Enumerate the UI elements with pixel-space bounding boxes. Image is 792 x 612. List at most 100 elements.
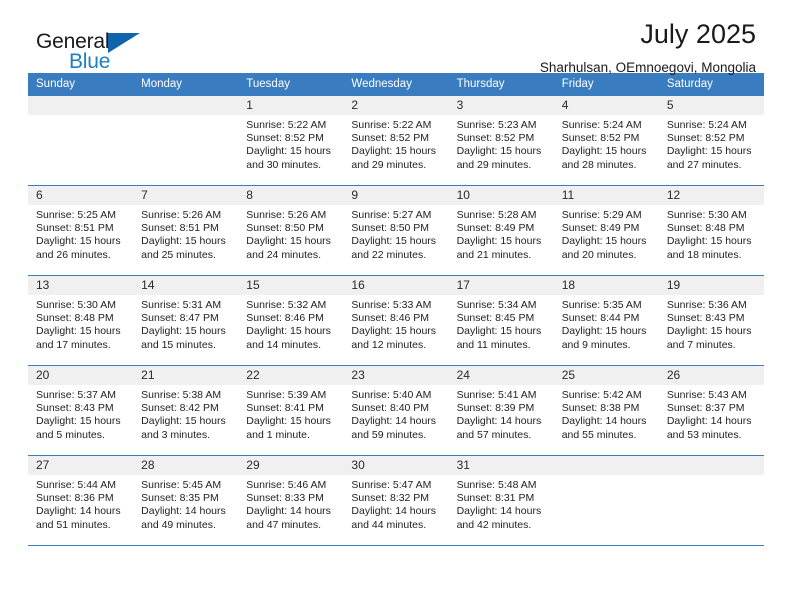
calendar-day-cell[interactable]: 3 Sunrise: 5:23 AM Sunset: 8:52 PM Daylight… (448, 95, 554, 186)
daylight-text-line1: Daylight: 15 hours (141, 325, 226, 338)
daylight-text-line2: and 53 minutes. (666, 428, 742, 441)
calendar-day-cell[interactable]: 28 Sunrise: 5:45 AM Sunset: 8:35 PM Dayligh… (133, 455, 239, 546)
calendar-day-cell[interactable]: 16 Sunrise: 5:33 AM Sunset: 8:46 PM Dayligh… (343, 275, 449, 366)
sunrise-text: Sunrise: 5:23 AM (456, 119, 537, 131)
daylight-text-line1: Daylight: 14 hours (456, 505, 542, 518)
calendar-day-cell-empty (133, 95, 239, 186)
sunrise-text: Sunrise: 5:32 AM (246, 299, 327, 311)
daylight-text-line2: and 42 minutes. (456, 518, 532, 531)
day-number: 25 (553, 366, 659, 385)
day-details: Sunrise: 5:22 AM Sunset: 8:52 PM Daylight:… (238, 115, 343, 172)
calendar-day-cell[interactable]: 7 Sunrise: 5:26 AM Sunset: 8:51 PM Daylight… (133, 185, 239, 276)
daylight-text-line1: Daylight: 14 hours (246, 505, 331, 518)
calendar-day-cell[interactable]: 24 Sunrise: 5:41 AM Sunset: 8:39 PM Dayligh… (448, 365, 554, 456)
sunrise-text: Sunrise: 5:29 AM (561, 209, 642, 221)
daylight-text-line1: Daylight: 15 hours (561, 325, 647, 338)
day-number (133, 96, 239, 115)
calendar-day-cell[interactable]: 25 Sunrise: 5:42 AM Sunset: 8:38 PM Dayligh… (553, 365, 659, 456)
sunrise-text: Sunrise: 5:24 AM (561, 119, 642, 131)
day-details: Sunrise: 5:33 AM Sunset: 8:46 PM Daylight:… (343, 295, 448, 352)
day-details: Sunrise: 5:30 AM Sunset: 8:48 PM Daylight:… (659, 205, 764, 262)
calendar-day-cell[interactable]: 12 Sunrise: 5:30 AM Sunset: 8:48 PM Dayligh… (658, 185, 764, 276)
calendar-day-cell[interactable]: 27 Sunrise: 5:44 AM Sunset: 8:36 PM Dayligh… (28, 455, 134, 546)
calendar-day-cell[interactable]: 14 Sunrise: 5:31 AM Sunset: 8:47 PM Dayligh… (133, 275, 239, 366)
calendar-day-cell[interactable]: 10 Sunrise: 5:28 AM Sunset: 8:49 PM Dayligh… (448, 185, 554, 276)
day-number: 3 (448, 96, 554, 115)
day-details: Sunrise: 5:37 AM Sunset: 8:43 PM Daylight:… (28, 385, 133, 442)
sunrise-text: Sunrise: 5:47 AM (351, 479, 432, 491)
day-number: 27 (28, 456, 134, 475)
daylight-text-line1: Daylight: 14 hours (141, 505, 226, 518)
sunset-text: Sunset: 8:45 PM (456, 312, 535, 325)
sunset-text: Sunset: 8:43 PM (36, 402, 114, 415)
day-details: Sunrise: 5:41 AM Sunset: 8:39 PM Daylight:… (449, 385, 554, 442)
calendar-day-cell[interactable]: 11 Sunrise: 5:29 AM Sunset: 8:49 PM Dayligh… (553, 185, 659, 276)
calendar-day-cell[interactable]: 30 Sunrise: 5:47 AM Sunset: 8:32 PM Dayligh… (343, 455, 449, 546)
page-subtitle: Sharhulsan, OEmnoegovi, Mongolia (539, 59, 756, 75)
day-details: Sunrise: 5:42 AM Sunset: 8:38 PM Daylight:… (554, 385, 659, 442)
calendar-day-cell[interactable]: 20 Sunrise: 5:37 AM Sunset: 8:43 PM Dayligh… (28, 365, 134, 456)
daylight-text-line2: and 29 minutes. (456, 158, 532, 171)
sunset-text: Sunset: 8:37 PM (666, 402, 745, 415)
sunset-text: Sunset: 8:49 PM (456, 222, 535, 235)
general-blue-logo[interactable]: General Blue (36, 30, 236, 78)
weekday-header-friday: Friday (553, 73, 659, 96)
day-number: 29 (238, 456, 344, 475)
daylight-text-line2: and 28 minutes. (561, 158, 637, 171)
sunset-text: Sunset: 8:48 PM (36, 312, 114, 325)
daylight-text-line1: Daylight: 15 hours (36, 325, 121, 338)
calendar-day-cell[interactable]: 9 Sunrise: 5:27 AM Sunset: 8:50 PM Daylight… (343, 185, 449, 276)
daylight-text-line2: and 15 minutes. (141, 338, 216, 351)
sunrise-sunset-calendar: Sunday Monday Tuesday Wednesday Thursday… (28, 73, 764, 546)
calendar-day-cell[interactable]: 23 Sunrise: 5:40 AM Sunset: 8:40 PM Dayligh… (343, 365, 449, 456)
daylight-text-line1: Daylight: 15 hours (456, 325, 542, 338)
daylight-text-line2: and 29 minutes. (351, 158, 427, 171)
day-details: Sunrise: 5:48 AM Sunset: 8:31 PM Daylight:… (449, 475, 554, 532)
calendar-day-cell[interactable]: 6 Sunrise: 5:25 AM Sunset: 8:51 PM Daylight… (28, 185, 134, 276)
daylight-text-line2: and 22 minutes. (351, 248, 427, 261)
sunrise-text: Sunrise: 5:42 AM (561, 389, 642, 401)
calendar-week-row: 6 Sunrise: 5:25 AM Sunset: 8:51 PM Daylight… (28, 185, 764, 276)
daylight-text-line2: and 57 minutes. (456, 428, 532, 441)
daylight-text-line1: Daylight: 14 hours (351, 415, 437, 428)
daylight-text-line1: Daylight: 15 hours (561, 145, 647, 158)
sunrise-text: Sunrise: 5:22 AM (351, 119, 432, 131)
sunrise-text: Sunrise: 5:24 AM (666, 119, 747, 131)
calendar-day-cell[interactable]: 15 Sunrise: 5:32 AM Sunset: 8:46 PM Dayligh… (238, 275, 344, 366)
daylight-text-line1: Daylight: 15 hours (666, 145, 752, 158)
sunrise-text: Sunrise: 5:36 AM (666, 299, 747, 311)
sunset-text: Sunset: 8:52 PM (246, 132, 324, 145)
day-details: Sunrise: 5:28 AM Sunset: 8:49 PM Daylight:… (449, 205, 554, 262)
calendar-day-cell[interactable]: 4 Sunrise: 5:24 AM Sunset: 8:52 PM Daylight… (553, 95, 659, 186)
day-number: 10 (448, 186, 554, 205)
calendar-week-row: 20 Sunrise: 5:37 AM Sunset: 8:43 PM Dayligh… (28, 365, 764, 456)
day-details: Sunrise: 5:34 AM Sunset: 8:45 PM Daylight:… (449, 295, 554, 352)
calendar-day-cell[interactable]: 1 Sunrise: 5:22 AM Sunset: 8:52 PM Daylight… (238, 95, 344, 186)
calendar-day-cell[interactable]: 18 Sunrise: 5:35 AM Sunset: 8:44 PM Dayligh… (553, 275, 659, 366)
sunrise-text: Sunrise: 5:44 AM (36, 479, 116, 491)
day-details: Sunrise: 5:24 AM Sunset: 8:52 PM Daylight:… (659, 115, 764, 172)
day-details: Sunrise: 5:23 AM Sunset: 8:52 PM Daylight:… (449, 115, 554, 172)
calendar-day-cell[interactable]: 22 Sunrise: 5:39 AM Sunset: 8:41 PM Dayligh… (238, 365, 344, 456)
calendar-day-cell[interactable]: 2 Sunrise: 5:22 AM Sunset: 8:52 PM Daylight… (343, 95, 449, 186)
day-details: Sunrise: 5:32 AM Sunset: 8:46 PM Daylight:… (238, 295, 343, 352)
daylight-text-line1: Daylight: 15 hours (36, 415, 121, 428)
calendar-day-cell[interactable]: 26 Sunrise: 5:43 AM Sunset: 8:37 PM Dayligh… (658, 365, 764, 456)
daylight-text-line1: Daylight: 15 hours (666, 325, 752, 338)
day-details (659, 475, 764, 479)
day-details (554, 475, 659, 479)
calendar-day-cell[interactable]: 13 Sunrise: 5:30 AM Sunset: 8:48 PM Dayligh… (28, 275, 134, 366)
calendar-day-cell[interactable]: 5 Sunrise: 5:24 AM Sunset: 8:52 PM Daylight… (658, 95, 764, 186)
calendar-day-cell[interactable]: 31 Sunrise: 5:48 AM Sunset: 8:31 PM Dayligh… (448, 455, 554, 546)
daylight-text-line2: and 44 minutes. (351, 518, 427, 531)
day-number: 13 (28, 276, 134, 295)
calendar-day-cell[interactable]: 17 Sunrise: 5:34 AM Sunset: 8:45 PM Dayligh… (448, 275, 554, 366)
calendar-day-cell[interactable]: 21 Sunrise: 5:38 AM Sunset: 8:42 PM Dayligh… (133, 365, 239, 456)
sunrise-text: Sunrise: 5:39 AM (246, 389, 327, 401)
daylight-text-line1: Daylight: 15 hours (246, 325, 331, 338)
calendar-day-cell[interactable]: 29 Sunrise: 5:46 AM Sunset: 8:33 PM Dayligh… (238, 455, 344, 546)
sunrise-text: Sunrise: 5:43 AM (666, 389, 747, 401)
calendar-day-cell[interactable]: 8 Sunrise: 5:26 AM Sunset: 8:50 PM Daylight… (238, 185, 344, 276)
daylight-text-line1: Daylight: 15 hours (141, 235, 226, 248)
calendar-day-cell[interactable]: 19 Sunrise: 5:36 AM Sunset: 8:43 PM Dayligh… (658, 275, 764, 366)
